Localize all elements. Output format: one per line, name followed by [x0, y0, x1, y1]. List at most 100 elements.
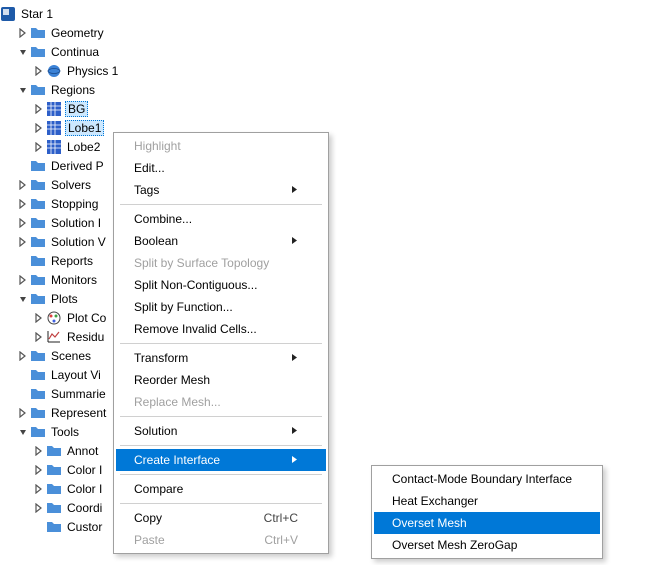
arrow-collapsed-icon[interactable]	[32, 140, 46, 154]
folder-icon	[30, 82, 46, 98]
menu-tags[interactable]: Tags	[116, 179, 326, 201]
tree-item-scenes[interactable]: Scenes	[0, 346, 662, 365]
folder-icon	[30, 177, 46, 193]
tree-item-solvers[interactable]: Solvers	[0, 175, 662, 194]
tree-label: Solution V	[49, 234, 108, 250]
tree-label: Continua	[49, 44, 101, 60]
tree-item-bg[interactable]: BG	[0, 99, 662, 118]
tree-item-represent[interactable]: Represent	[0, 403, 662, 422]
menu-item-label: Tags	[134, 183, 159, 197]
tree-root[interactable]: Star 1	[0, 4, 662, 23]
menu-item-label: Heat Exchanger	[392, 494, 478, 508]
chevron-right-icon	[291, 424, 298, 438]
menu-item-label: Edit...	[134, 161, 165, 175]
menu-paste: PasteCtrl+V	[116, 529, 326, 551]
menu-splitnoncontig[interactable]: Split Non-Contiguous...	[116, 274, 326, 296]
arrow-collapsed-icon[interactable]	[32, 482, 46, 496]
menu-copy[interactable]: CopyCtrl+C	[116, 507, 326, 529]
arrow-collapsed-icon[interactable]	[32, 501, 46, 515]
tree-item-lobe2[interactable]: Lobe2	[0, 137, 662, 156]
tree-label: Residu	[65, 329, 106, 345]
menu-reordermesh[interactable]: Reorder Mesh	[116, 369, 326, 391]
tree-label: Solvers	[49, 177, 93, 193]
tree-item-summaries[interactable]: Summarie	[0, 384, 662, 403]
arrow-collapsed-icon[interactable]	[16, 216, 30, 230]
chevron-right-icon	[291, 453, 298, 467]
tree-item-regions[interactable]: Regions	[0, 80, 662, 99]
arrow-collapsed-icon[interactable]	[16, 26, 30, 40]
menu-item-label: Split by Function...	[134, 300, 233, 314]
tree-label: Custor	[65, 519, 104, 535]
arrow-collapsed-icon[interactable]	[16, 197, 30, 211]
menu-solution[interactable]: Solution	[116, 420, 326, 442]
submenu-heatexchanger[interactable]: Heat Exchanger	[374, 490, 600, 512]
folder-icon	[30, 196, 46, 212]
menu-item-label: Split by Surface Topology	[134, 256, 269, 270]
tree-label: Derived P	[49, 158, 106, 174]
arrow-expanded-icon[interactable]	[16, 45, 30, 59]
arrow-collapsed-icon[interactable]	[16, 349, 30, 363]
tree-item-continua[interactable]: Continua	[0, 42, 662, 61]
tree-item-plots[interactable]: Plots	[0, 289, 662, 308]
tree-item-annot[interactable]: Annot	[0, 441, 662, 460]
context-submenu-create-interface[interactable]: Contact-Mode Boundary Interface Heat Exc…	[371, 465, 603, 559]
menu-transform[interactable]: Transform	[116, 347, 326, 369]
arrow-expanded-icon[interactable]	[16, 292, 30, 306]
arrow-expanded-icon[interactable]	[16, 425, 30, 439]
menu-separator	[120, 503, 322, 504]
folder-icon	[46, 519, 62, 535]
tree-label: Coordi	[65, 500, 104, 516]
tree-label: Monitors	[49, 272, 99, 288]
tree-item-tools[interactable]: Tools	[0, 422, 662, 441]
arrow-collapsed-icon[interactable]	[16, 273, 30, 287]
menu-compare[interactable]: Compare	[116, 478, 326, 500]
submenu-oversetgap[interactable]: Overset Mesh ZeroGap	[374, 534, 600, 556]
arrow-collapsed-icon[interactable]	[32, 330, 46, 344]
arrow-collapsed-icon[interactable]	[32, 311, 46, 325]
menu-combine[interactable]: Combine...	[116, 208, 326, 230]
app-icon	[0, 6, 16, 22]
arrow-expanded-icon[interactable]	[16, 83, 30, 97]
tree-item-geometry[interactable]: Geometry	[0, 23, 662, 42]
submenu-oversetmesh[interactable]: Overset Mesh	[374, 512, 600, 534]
menu-splitfunction[interactable]: Split by Function...	[116, 296, 326, 318]
arrow-none	[16, 159, 30, 173]
submenu-contactmode[interactable]: Contact-Mode Boundary Interface	[374, 468, 600, 490]
tree-item-stopping[interactable]: Stopping	[0, 194, 662, 213]
menu-item-label: Compare	[134, 482, 183, 496]
tree-item-plotco[interactable]: Plot Co	[0, 308, 662, 327]
tree-item-layoutvi[interactable]: Layout Vi	[0, 365, 662, 384]
arrow-collapsed-icon[interactable]	[32, 444, 46, 458]
tree-item-monitors[interactable]: Monitors	[0, 270, 662, 289]
folder-icon	[30, 158, 46, 174]
tree-item-solution2[interactable]: Solution V	[0, 232, 662, 251]
arrow-collapsed-icon[interactable]	[16, 235, 30, 249]
menu-item-label: Copy	[134, 511, 162, 525]
arrow-collapsed-icon[interactable]	[32, 121, 46, 135]
menu-removeinvalid[interactable]: Remove Invalid Cells...	[116, 318, 326, 340]
tree-item-lobe1[interactable]: Lobe1	[0, 118, 662, 137]
menu-separator	[120, 445, 322, 446]
tree-item-reports[interactable]: Reports	[0, 251, 662, 270]
mesh-icon	[46, 120, 62, 136]
tree-label: Regions	[49, 82, 97, 98]
tree-item-solution1[interactable]: Solution I	[0, 213, 662, 232]
folder-icon	[30, 272, 46, 288]
arrow-collapsed-icon[interactable]	[32, 463, 46, 477]
arrow-collapsed-icon[interactable]	[16, 178, 30, 192]
context-menu[interactable]: Highlight Edit... Tags Combine... Boolea…	[113, 132, 329, 554]
tree-item-physics[interactable]: Physics 1	[0, 61, 662, 80]
menu-createinterface[interactable]: Create Interface	[116, 449, 326, 471]
sphere-icon	[46, 63, 62, 79]
menu-boolean[interactable]: Boolean	[116, 230, 326, 252]
tree-item-derived[interactable]: Derived P	[0, 156, 662, 175]
arrow-collapsed-icon[interactable]	[16, 406, 30, 420]
arrow-collapsed-icon[interactable]	[32, 102, 46, 116]
tree-label: Lobe2	[65, 139, 102, 155]
arrow-none	[16, 254, 30, 268]
folder-icon	[30, 405, 46, 421]
arrow-collapsed-icon[interactable]	[32, 64, 46, 78]
menu-edit[interactable]: Edit...	[116, 157, 326, 179]
tree-item-residu[interactable]: Residu	[0, 327, 662, 346]
menu-item-label: Create Interface	[134, 453, 220, 467]
